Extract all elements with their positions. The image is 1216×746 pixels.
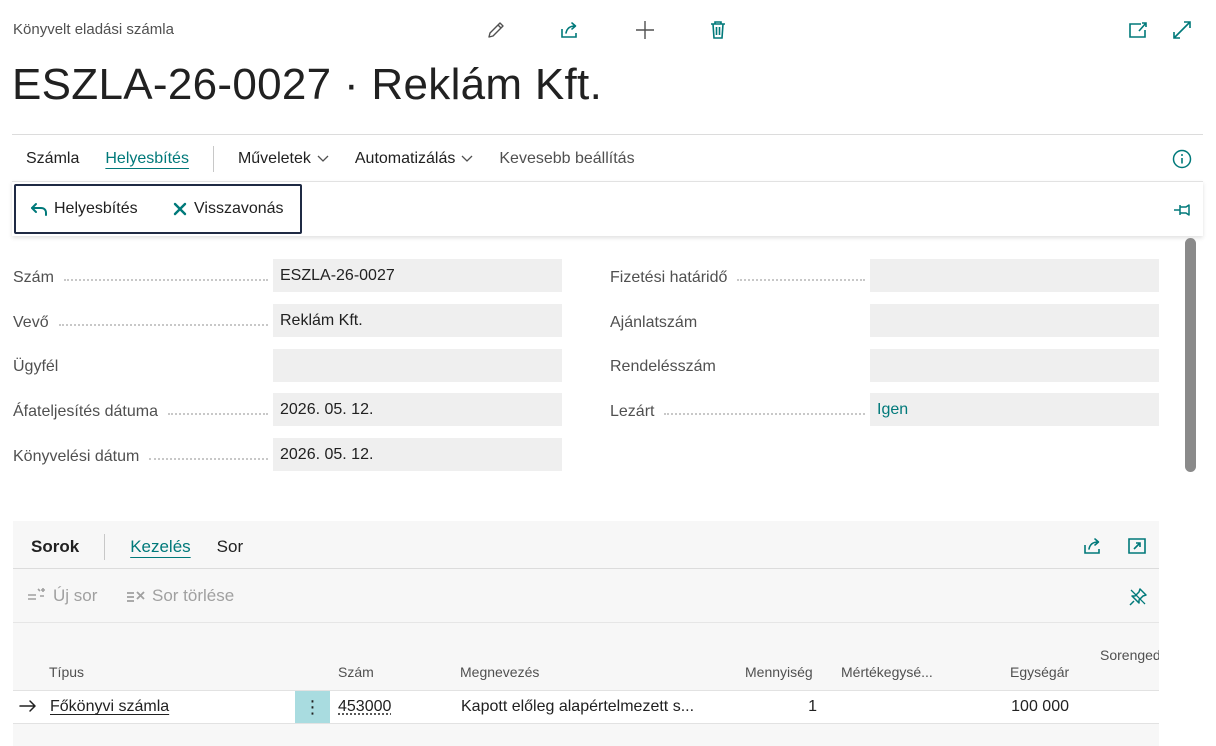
field-customer[interactable]: Reklám Kft.: [273, 304, 562, 337]
field-posting-date[interactable]: 2026. 05. 12.: [273, 438, 562, 471]
field-label-text: Rendelésszám: [610, 358, 716, 375]
tab-actions-label: Műveletek: [237, 150, 311, 167]
add-icon[interactable]: [633, 18, 657, 42]
new-line-icon: [27, 587, 47, 605]
lines-tab-line[interactable]: Sor: [217, 537, 243, 557]
column-header-line-discount[interactable]: Sorenged: [1100, 647, 1159, 663]
field-quote-number[interactable]: [870, 304, 1159, 337]
leader-dots: [167, 413, 268, 415]
info-icon[interactable]: [1170, 147, 1194, 171]
breadcrumb: Könyvelt eladási számla: [13, 21, 174, 38]
field-closed[interactable]: Igen: [870, 393, 1159, 426]
field-vat-date[interactable]: 2026. 05. 12.: [273, 393, 562, 426]
field-label-text: Fizetési határidő: [610, 269, 728, 286]
tab-automation-label: Automatizálás: [354, 150, 456, 167]
field-label-client: Ügyfél: [13, 356, 73, 378]
cell-quantity[interactable]: 1: [790, 698, 817, 716]
tab-automation[interactable]: Automatizálás: [355, 150, 474, 168]
open-new-window-icon[interactable]: [1126, 18, 1150, 42]
leader-dots: [149, 458, 268, 460]
expand-icon[interactable]: [1170, 18, 1194, 42]
row-menu-icon[interactable]: ⋮: [295, 691, 330, 723]
column-header-unit[interactable]: Mértékegysé...: [841, 664, 933, 680]
field-label-text: Ügyfél: [13, 358, 59, 375]
field-label-customer: Vevő: [13, 312, 268, 334]
field-client[interactable]: [273, 349, 562, 382]
lines-separator: [104, 534, 106, 560]
field-label-text: Lezárt: [610, 403, 655, 420]
delete-line-icon: [126, 587, 146, 605]
title-divider: [12, 134, 1203, 135]
field-label-text: Szám: [13, 269, 54, 286]
field-label-text: Könyvelési dátum: [13, 448, 140, 465]
tab-invoice[interactable]: Számla: [26, 150, 79, 168]
correct-button[interactable]: Helyesbítés: [30, 200, 138, 218]
cell-description[interactable]: Kapott előleg alapértelmezett s...: [461, 698, 694, 716]
column-header-description[interactable]: Megnevezés: [460, 664, 539, 680]
tab-fewer-options[interactable]: Kevesebb beállítás: [499, 150, 634, 168]
field-label-vat-date: Áfateljesítés dátuma: [13, 401, 268, 423]
leader-dots: [737, 279, 865, 281]
lines-share-icon[interactable]: [1081, 534, 1105, 558]
delete-line-label: Sor törlése: [152, 586, 235, 605]
field-label-due-date: Fizetési határidő: [610, 267, 865, 289]
leader-dots: [58, 324, 268, 326]
tab-separator: [212, 146, 214, 172]
field-number[interactable]: ESZLA-26-0027: [273, 259, 562, 292]
cell-type[interactable]: Főkönyvi számla: [50, 698, 169, 716]
field-label-quote-number: Ajánlatszám: [610, 312, 710, 334]
cancel-button-label: Visszavonás: [194, 200, 284, 217]
cell-number[interactable]: 453000: [338, 698, 391, 716]
unpin-icon[interactable]: [1126, 585, 1150, 609]
field-label-text: Ajánlatszám: [610, 314, 698, 331]
close-icon: [172, 201, 188, 217]
field-label-number: Szám: [13, 267, 268, 289]
field-label-text: Vevő: [13, 314, 49, 331]
lines-toolbar-divider: [13, 622, 1159, 623]
cell-unit-price[interactable]: 100 000: [1000, 698, 1069, 716]
edit-icon[interactable]: [484, 18, 508, 42]
lines-title: Sorok: [31, 537, 80, 556]
action-tabs: Számla Helyesbítés Műveletek Automatizál…: [26, 146, 661, 172]
lines-tab-manage[interactable]: Kezelés: [130, 537, 190, 557]
delete-line-button[interactable]: Sor törlése: [126, 586, 234, 606]
correct-button-label: Helyesbítés: [54, 200, 138, 217]
field-label-text: Áfateljesítés dátuma: [13, 403, 158, 420]
lines-header: Sorok Kezelés Sor: [31, 534, 269, 560]
lines-divider: [13, 568, 1159, 569]
column-header-type[interactable]: Típus: [49, 664, 84, 680]
share-icon[interactable]: [558, 18, 582, 42]
new-line-label: Új sor: [53, 586, 98, 605]
column-header-number[interactable]: Szám: [338, 664, 374, 680]
tab-actions[interactable]: Műveletek: [238, 150, 329, 168]
leader-dots: [63, 279, 268, 281]
lines-expand-icon[interactable]: [1125, 534, 1149, 558]
undo-arrow-icon: [30, 201, 48, 217]
tab-correction[interactable]: Helyesbítés: [105, 150, 189, 168]
column-header-unit-price[interactable]: Egységár: [1010, 664, 1069, 680]
page-title: ESZLA-26-0027 · Reklám Kft.: [12, 60, 603, 109]
delete-icon[interactable]: [706, 18, 730, 42]
current-row-arrow-icon: [19, 699, 37, 713]
chevron-down-icon: [461, 155, 473, 163]
scrollbar-thumb[interactable]: [1185, 238, 1196, 472]
leader-dots: [664, 413, 865, 415]
new-line-button[interactable]: Új sor: [27, 586, 97, 606]
column-header-quantity[interactable]: Mennyiség: [745, 664, 813, 680]
chevron-down-icon: [317, 155, 329, 163]
field-order-number[interactable]: [870, 349, 1159, 382]
field-due-date[interactable]: [870, 259, 1159, 292]
field-label-closed: Lezárt: [610, 401, 865, 423]
field-label-order-number: Rendelésszám: [610, 356, 720, 378]
cancel-button[interactable]: Visszavonás: [172, 200, 284, 218]
field-label-posting-date: Könyvelési dátum: [13, 446, 268, 468]
pin-icon[interactable]: [1171, 198, 1195, 222]
